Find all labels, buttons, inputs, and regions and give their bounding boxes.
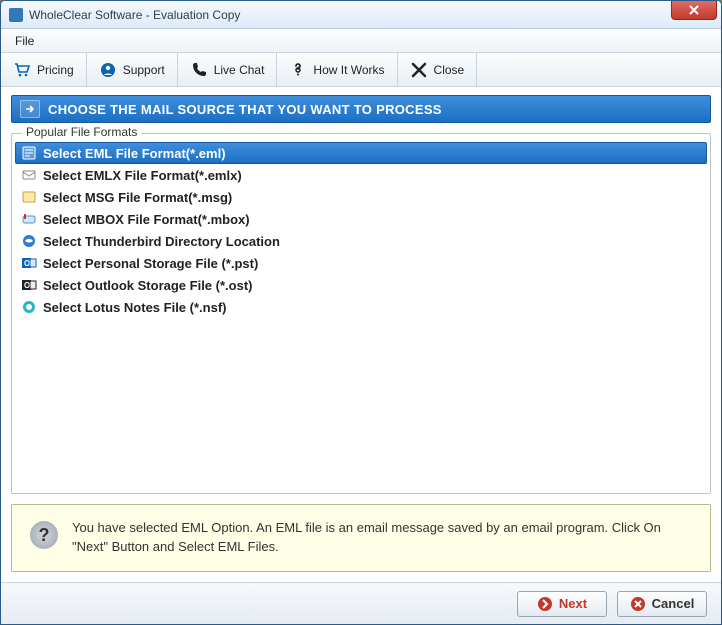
format-option-label: Select EML File Format(*.eml): [43, 146, 226, 161]
toolbar-livechat[interactable]: Live Chat: [178, 53, 278, 86]
window-close-button[interactable]: [671, 0, 717, 20]
toolbar-howitworks-label: How It Works: [313, 63, 384, 77]
format-option-emlx[interactable]: Select EMLX File Format(*.emlx): [15, 164, 707, 186]
info-text: You have selected EML Option. An EML fil…: [72, 519, 692, 557]
msg-file-icon: [21, 189, 37, 205]
formats-group-label: Popular File Formats: [22, 125, 141, 139]
format-option-label: Select Lotus Notes File (*.nsf): [43, 300, 226, 315]
question-icon: [289, 61, 307, 79]
section-header-text: CHOOSE THE MAIL SOURCE THAT YOU WANT TO …: [48, 102, 442, 117]
format-option-label: Select MSG File Format(*.msg): [43, 190, 232, 205]
toolbar-close[interactable]: Close: [398, 53, 478, 86]
nsf-file-icon: [21, 299, 37, 315]
footer: Next Cancel: [1, 582, 721, 624]
arrow-right-icon: [20, 100, 40, 118]
cancel-button-label: Cancel: [652, 596, 695, 611]
titlebar: WholeClear Software - Evaluation Copy: [1, 1, 721, 29]
menubar: File: [1, 29, 721, 53]
format-option-pst[interactable]: O Select Personal Storage File (*.pst): [15, 252, 707, 274]
format-option-mbox[interactable]: Select MBOX File Format(*.mbox): [15, 208, 707, 230]
cancel-circle-icon: [630, 596, 646, 612]
thunderbird-icon: [21, 233, 37, 249]
toolbar-support[interactable]: Support: [87, 53, 178, 86]
format-option-nsf[interactable]: Select Lotus Notes File (*.nsf): [15, 296, 707, 318]
svg-text:O: O: [24, 259, 30, 268]
format-option-msg[interactable]: Select MSG File Format(*.msg): [15, 186, 707, 208]
cancel-button[interactable]: Cancel: [617, 591, 707, 617]
toolbar-pricing[interactable]: Pricing: [1, 53, 87, 86]
eml-file-icon: [21, 145, 37, 161]
format-option-thunderbird[interactable]: Select Thunderbird Directory Location: [15, 230, 707, 252]
arrow-right-circle-icon: [537, 596, 553, 612]
menu-file[interactable]: File: [9, 32, 40, 50]
format-option-eml[interactable]: Select EML File Format(*.eml): [15, 142, 707, 164]
app-window: WholeClear Software - Evaluation Copy Fi…: [0, 0, 722, 625]
info-question-icon: ?: [30, 521, 58, 549]
section-header: CHOOSE THE MAIL SOURCE THAT YOU WANT TO …: [11, 95, 711, 123]
format-option-label: Select EMLX File Format(*.emlx): [43, 168, 242, 183]
toolbar-livechat-label: Live Chat: [214, 63, 265, 77]
next-button-label: Next: [559, 596, 587, 611]
x-icon: [410, 61, 428, 79]
toolbar-howitworks[interactable]: How It Works: [277, 53, 397, 86]
mbox-file-icon: [21, 211, 37, 227]
format-option-label: Select Outlook Storage File (*.ost): [43, 278, 252, 293]
toolbar-support-label: Support: [123, 63, 165, 77]
ost-file-icon: O: [21, 277, 37, 293]
format-option-ost[interactable]: O Select Outlook Storage File (*.ost): [15, 274, 707, 296]
info-panel: ? You have selected EML Option. An EML f…: [11, 504, 711, 572]
svg-text:O: O: [24, 281, 30, 290]
formats-group: Popular File Formats Select EML File For…: [11, 133, 711, 494]
format-option-label: Select MBOX File Format(*.mbox): [43, 212, 250, 227]
format-option-label: Select Personal Storage File (*.pst): [43, 256, 258, 271]
toolbar-close-label: Close: [434, 63, 465, 77]
close-icon: [688, 5, 700, 15]
emlx-file-icon: [21, 167, 37, 183]
toolbar: Pricing Support Live Chat How It Works C…: [1, 53, 721, 87]
next-button[interactable]: Next: [517, 591, 607, 617]
toolbar-pricing-label: Pricing: [37, 63, 74, 77]
window-title: WholeClear Software - Evaluation Copy: [29, 8, 240, 22]
cart-icon: [13, 61, 31, 79]
headset-icon: [99, 61, 117, 79]
pst-file-icon: O: [21, 255, 37, 271]
format-option-label: Select Thunderbird Directory Location: [43, 234, 280, 249]
formats-list: Select EML File Format(*.eml) Select EML…: [15, 142, 707, 318]
app-icon: [9, 8, 23, 22]
content-area: CHOOSE THE MAIL SOURCE THAT YOU WANT TO …: [1, 87, 721, 582]
phone-icon: [190, 61, 208, 79]
